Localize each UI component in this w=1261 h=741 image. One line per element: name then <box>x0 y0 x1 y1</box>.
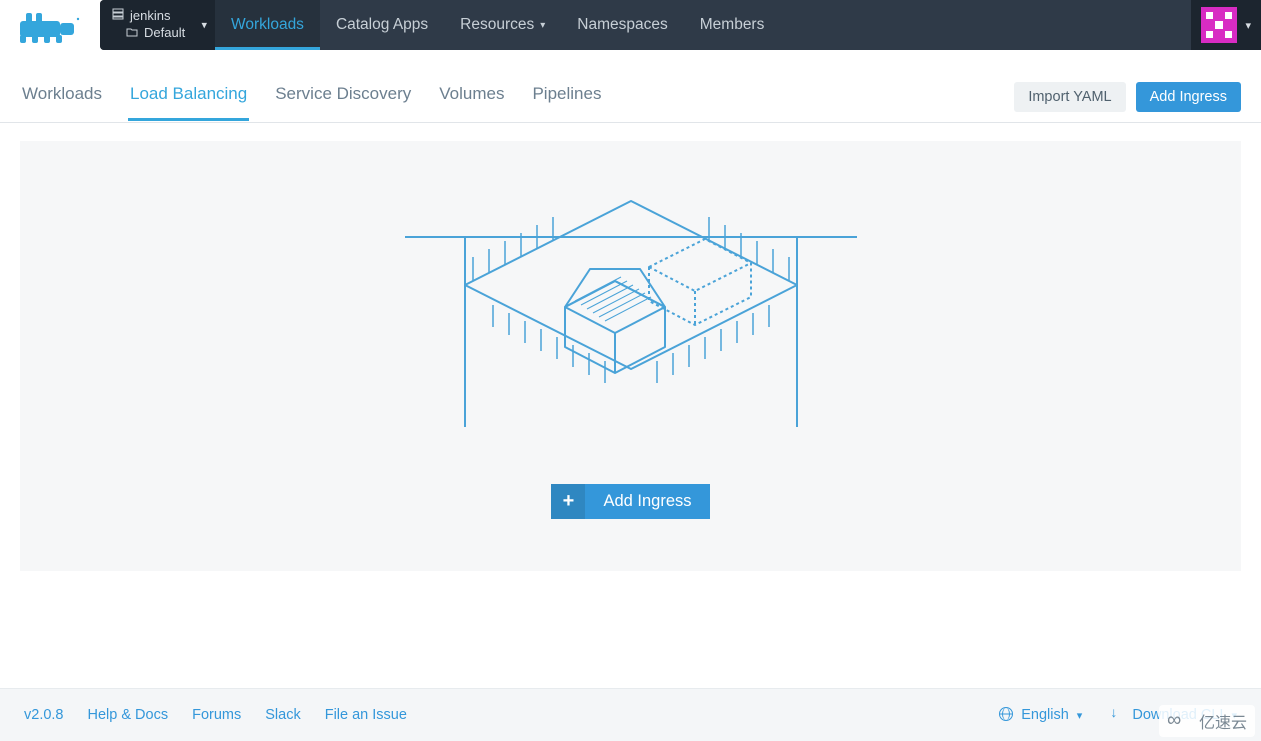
nav-namespaces[interactable]: Namespaces <box>561 0 683 50</box>
nav-catalog-apps[interactable]: Catalog Apps <box>320 0 444 50</box>
nav-workloads[interactable]: Workloads <box>215 0 320 50</box>
footer-link-help[interactable]: Help & Docs <box>88 707 169 723</box>
tab-label: Service Discovery <box>275 84 411 103</box>
add-ingress-cta[interactable]: + Add Ingress <box>551 484 709 519</box>
empty-state-illustration <box>405 197 857 432</box>
download-icon <box>1110 707 1124 721</box>
add-ingress-button[interactable]: Add Ingress <box>1136 82 1241 112</box>
footer-link-issue[interactable]: File an Issue <box>325 707 407 723</box>
nav-label: Resources <box>460 16 534 34</box>
nav-label: Members <box>700 16 765 34</box>
nav-label: Catalog Apps <box>336 16 428 34</box>
tab-label: Pipelines <box>532 84 601 103</box>
chevron-down-icon: ▾ <box>540 20 545 31</box>
user-menu[interactable]: ▾ <box>1191 0 1261 50</box>
nav-resources[interactable]: Resources ▾ <box>444 0 561 50</box>
chevron-down-icon: ▾ <box>201 19 207 32</box>
language-label: English <box>1021 707 1069 723</box>
tab-volumes[interactable]: Volumes <box>437 84 506 121</box>
topbar: jenkins Default ▾ Workloads Catalog Apps… <box>0 0 1261 52</box>
nav-label: Workloads <box>231 16 304 34</box>
tab-load-balancing[interactable]: Load Balancing <box>128 84 249 121</box>
avatar <box>1201 7 1237 43</box>
tab-workloads[interactable]: Workloads <box>20 84 104 121</box>
tab-service-discovery[interactable]: Service Discovery <box>273 84 413 121</box>
tab-pipelines[interactable]: Pipelines <box>530 84 603 121</box>
stack-icon <box>112 8 124 25</box>
subnav-actions: Import YAML Add Ingress <box>1014 82 1241 122</box>
plus-icon: + <box>551 484 585 519</box>
cluster-project-switcher[interactable]: jenkins Default ▾ <box>100 0 215 50</box>
cluster-name: jenkins <box>130 8 170 25</box>
watermark: 亿速云 <box>1159 705 1255 737</box>
nav-label: Namespaces <box>577 16 667 34</box>
tab-label: Volumes <box>439 84 504 103</box>
tab-label: Load Balancing <box>130 84 247 103</box>
primary-nav: jenkins Default ▾ Workloads Catalog Apps… <box>100 0 1261 50</box>
nav-members[interactable]: Members <box>684 0 781 50</box>
folder-icon <box>126 25 138 42</box>
subnav-tabs: Workloads Load Balancing Service Discove… <box>20 84 603 121</box>
chevron-down-icon: ▾ <box>1245 19 1251 32</box>
footer-link-slack[interactable]: Slack <box>265 707 300 723</box>
chevron-down-icon: ▾ <box>1077 710 1083 722</box>
version-text: v2.0.8 <box>24 707 64 723</box>
subnav: Workloads Load Balancing Service Discove… <box>0 52 1261 123</box>
main-content: + Add Ingress <box>0 123 1261 591</box>
language-switcher[interactable]: English ▾ <box>999 707 1082 723</box>
empty-state-panel: + Add Ingress <box>20 141 1241 571</box>
project-name: Default <box>144 25 185 42</box>
import-yaml-button[interactable]: Import YAML <box>1014 82 1125 112</box>
tab-label: Workloads <box>22 84 102 103</box>
footer-link-forums[interactable]: Forums <box>192 707 241 723</box>
cloud-icon <box>1167 713 1193 729</box>
product-logo[interactable] <box>20 0 98 52</box>
footer: v2.0.8 Help & Docs Forums Slack File an … <box>0 688 1261 741</box>
globe-icon <box>999 707 1013 721</box>
add-ingress-cta-label: Add Ingress <box>585 484 709 519</box>
watermark-text: 亿速云 <box>1199 709 1247 733</box>
